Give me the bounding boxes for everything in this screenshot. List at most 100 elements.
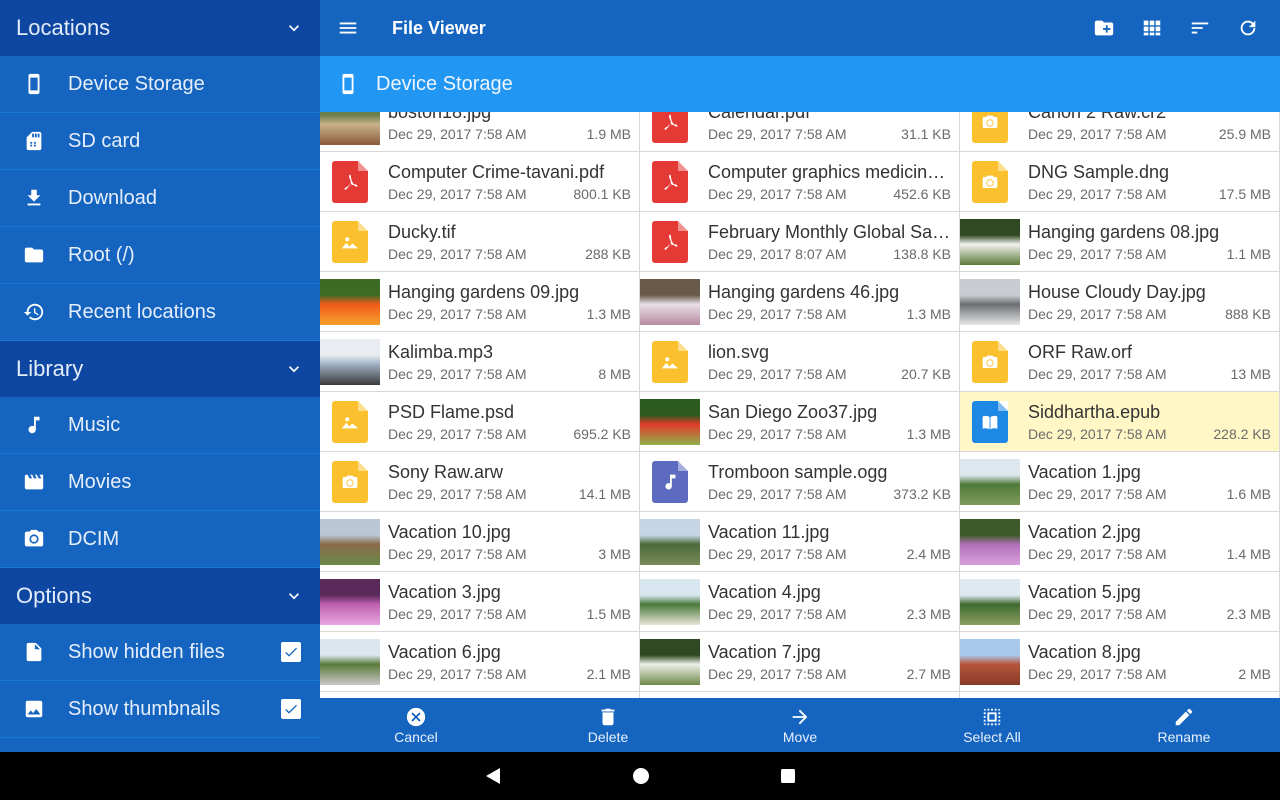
file-item[interactable]: PSD Flame.psd Dec 29, 2017 7:58 AM 695.2 K… bbox=[320, 392, 640, 452]
phone-icon bbox=[320, 73, 376, 95]
file-item[interactable]: Vacation 2.jpg Dec 29, 2017 7:58 AM 1.4 MB bbox=[960, 512, 1280, 572]
options-header[interactable]: Options bbox=[0, 568, 320, 624]
pdf-icon bbox=[664, 114, 678, 130]
grid-view-button[interactable] bbox=[1128, 0, 1176, 56]
sidebar-item-device-storage[interactable]: Device Storage bbox=[0, 56, 320, 113]
file-item[interactable]: Sony Raw.arw Dec 29, 2017 7:58 AM 14.1 MB bbox=[320, 452, 640, 512]
library-header[interactable]: Library bbox=[0, 341, 320, 397]
file-date: Dec 29, 2017 7:58 AM bbox=[1028, 366, 1167, 382]
file-name: Vacation 6.jpg bbox=[388, 642, 501, 662]
camera-file-icon bbox=[982, 115, 998, 128]
back-icon[interactable] bbox=[484, 767, 502, 785]
file-thumbnail bbox=[640, 332, 700, 391]
file-grid[interactable]: boston18.jpg Dec 29, 2017 7:58 AM 1.9 MB Ca… bbox=[320, 112, 1280, 698]
show-hidden-files-checkbox[interactable] bbox=[281, 642, 301, 662]
delete-button[interactable]: Delete bbox=[512, 698, 704, 752]
file-item[interactable]: Vacation 10.jpg Dec 29, 2017 7:58 AM 3 MB bbox=[320, 512, 640, 572]
pdf-file-icon bbox=[652, 220, 688, 263]
music-note-icon bbox=[28, 416, 40, 434]
file-item[interactable]: Ducky.tif Dec 29, 2017 7:58 AM 288 KB bbox=[320, 212, 640, 272]
file-meta: Dec 29, 2017 7:58 AM 1.9 MB bbox=[388, 126, 631, 142]
sidebar-item-dcim[interactable]: DCIM bbox=[0, 511, 320, 568]
new-folder-button[interactable] bbox=[1080, 0, 1128, 56]
file-item[interactable]: Vacation 6.jpg Dec 29, 2017 7:58 AM 2.1 MB bbox=[320, 632, 640, 692]
sidebar-item-download[interactable]: Download bbox=[0, 170, 320, 227]
file-item[interactable]: Calendar.pdf Dec 29, 2017 7:58 AM 31.1 KB bbox=[640, 112, 960, 152]
file-thumbnail bbox=[640, 152, 700, 211]
navigation-drawer: Locations Device Storage SD card Download R… bbox=[0, 0, 320, 752]
file-item[interactable]: Hanging gardens 08.jpg Dec 29, 2017 7:58 … bbox=[960, 212, 1280, 272]
file-date: Dec 29, 2017 7:58 AM bbox=[708, 666, 847, 682]
sidebar-item-sd-card[interactable]: SD card bbox=[0, 113, 320, 170]
raw-image-file-icon bbox=[972, 340, 1008, 383]
sidebar-item-label: Device Storage bbox=[68, 72, 205, 95]
file-thumbnail bbox=[640, 632, 700, 691]
file-meta: Dec 29, 2017 7:58 AM 14.1 MB bbox=[388, 486, 631, 502]
file-meta: Dec 29, 2017 7:58 AM 2.7 MB bbox=[708, 666, 951, 682]
file-item[interactable]: Vacation 1.jpg Dec 29, 2017 7:58 AM 1.6 MB bbox=[960, 452, 1280, 512]
sidebar-item-label: Recent locations bbox=[68, 300, 216, 323]
file-name: Computer Crime-tavani.pdf bbox=[388, 162, 605, 182]
file-date: Dec 29, 2017 7:58 AM bbox=[388, 126, 527, 142]
file-item[interactable]: Computer Crime-tavani.pdf Dec 29, 2017 7:… bbox=[320, 152, 640, 212]
image-icon bbox=[25, 700, 43, 718]
pdf-file-icon bbox=[652, 160, 688, 203]
file-item[interactable]: Kalimba.mp3 Dec 29, 2017 7:58 AM 8 MB bbox=[320, 332, 640, 392]
file-item[interactable]: House Cloudy Day.jpg Dec 29, 2017 7:58 AM… bbox=[960, 272, 1280, 332]
sidebar-item-label: SD card bbox=[68, 129, 141, 152]
file-thumbnail bbox=[320, 452, 380, 511]
file-item[interactable]: Vacation 7.jpg Dec 29, 2017 7:58 AM 2.7 MB bbox=[640, 632, 960, 692]
file-item[interactable]: Hanging gardens 09.jpg Dec 29, 2017 7:58 … bbox=[320, 272, 640, 332]
sidebar-item-show-thumbnails[interactable]: Show thumbnails bbox=[0, 681, 320, 738]
file-item[interactable]: Vacation 11.jpg Dec 29, 2017 7:58 AM 2.4 M… bbox=[640, 512, 960, 572]
locations-header[interactable]: Locations bbox=[0, 0, 320, 56]
file-item[interactable]: ORF Raw.orf Dec 29, 2017 7:58 AM 13 MB bbox=[960, 332, 1280, 392]
cancel-button[interactable]: Cancel bbox=[320, 698, 512, 752]
file-size: 2.7 MB bbox=[906, 666, 951, 682]
file-icon bbox=[0, 641, 68, 663]
sidebar-item-root[interactable]: Root (/) bbox=[0, 227, 320, 284]
file-item[interactable]: February Monthly Global Sales.pdf Dec 29,… bbox=[640, 212, 960, 272]
current-path-label[interactable]: Device Storage bbox=[376, 73, 513, 96]
home-icon[interactable] bbox=[632, 767, 650, 785]
sidebar-item-music[interactable]: Music bbox=[0, 397, 320, 454]
file-thumbnail bbox=[320, 392, 380, 451]
select-all-button[interactable]: Select All bbox=[896, 698, 1088, 752]
file-item[interactable]: DNG Sample.dng Dec 29, 2017 7:58 AM 17.5 M… bbox=[960, 152, 1280, 212]
pdf-icon bbox=[664, 174, 678, 190]
file-meta: Dec 29, 2017 7:58 AM 1.5 MB bbox=[388, 606, 631, 622]
file-item[interactable]: Vacation 4.jpg Dec 29, 2017 7:58 AM 2.3 MB bbox=[640, 572, 960, 632]
file-item[interactable]: Siddhartha.epub Dec 29, 2017 7:58 AM 228.2… bbox=[960, 392, 1280, 452]
sidebar-item-recent-locations[interactable]: Recent locations bbox=[0, 284, 320, 341]
file-item[interactable]: Tromboon sample.ogg Dec 29, 2017 7:58 AM 3… bbox=[640, 452, 960, 512]
file-item[interactable]: Canon 2 Raw.cr2 Dec 29, 2017 7:58 AM 25.9 … bbox=[960, 112, 1280, 152]
file-meta: Dec 29, 2017 7:58 AM 800.1 KB bbox=[388, 186, 631, 202]
file-item[interactable]: lion.svg Dec 29, 2017 7:58 AM 20.7 KB bbox=[640, 332, 960, 392]
menu-button[interactable] bbox=[320, 0, 376, 56]
photo-thumbnail bbox=[640, 278, 700, 325]
photo-thumbnail bbox=[320, 638, 380, 685]
move-button[interactable]: Move bbox=[704, 698, 896, 752]
recents-icon[interactable] bbox=[780, 768, 796, 784]
file-item[interactable]: San Diego Zoo37.jpg Dec 29, 2017 7:58 AM 1… bbox=[640, 392, 960, 452]
file-size: 800.1 KB bbox=[573, 186, 631, 202]
rename-button[interactable]: Rename bbox=[1088, 698, 1280, 752]
file-info: San Diego Zoo37.jpg Dec 29, 2017 7:58 AM 1… bbox=[700, 392, 959, 451]
sidebar-item-label: Root (/) bbox=[68, 243, 135, 266]
file-item[interactable]: Vacation 3.jpg Dec 29, 2017 7:58 AM 1.5 MB bbox=[320, 572, 640, 632]
file-item[interactable]: boston18.jpg Dec 29, 2017 7:58 AM 1.9 MB bbox=[320, 112, 640, 152]
app-bar: File Viewer bbox=[320, 0, 1280, 56]
file-item[interactable]: Vacation 5.jpg Dec 29, 2017 7:58 AM 2.3 MB bbox=[960, 572, 1280, 632]
image-file-icon bbox=[332, 400, 368, 443]
sidebar-item-label: DCIM bbox=[68, 527, 120, 550]
file-item[interactable]: Computer graphics medicine.pdf Dec 29, 20… bbox=[640, 152, 960, 212]
show-thumbnails-checkbox[interactable] bbox=[281, 699, 301, 719]
sidebar-item-movies[interactable]: Movies bbox=[0, 454, 320, 511]
sort-button[interactable] bbox=[1176, 0, 1224, 56]
sidebar-item-show-hidden-files[interactable]: Show hidden files bbox=[0, 624, 320, 681]
chevron-down-icon bbox=[289, 366, 299, 373]
file-item[interactable]: Hanging gardens 46.jpg Dec 29, 2017 7:58 … bbox=[640, 272, 960, 332]
refresh-button[interactable] bbox=[1224, 0, 1272, 56]
file-date: Dec 29, 2017 7:58 AM bbox=[708, 426, 847, 442]
file-item[interactable]: Vacation 8.jpg Dec 29, 2017 7:58 AM 2 MB bbox=[960, 632, 1280, 692]
